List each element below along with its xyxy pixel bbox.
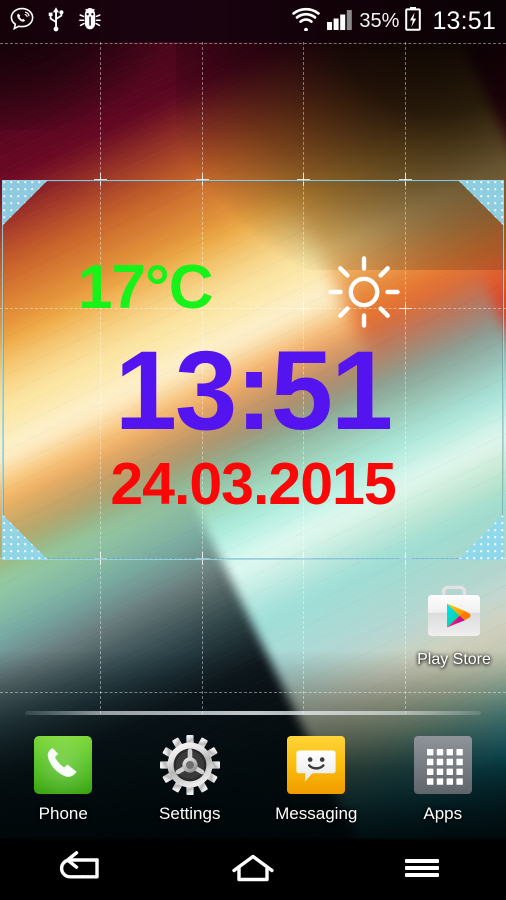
dock-item-phone[interactable]: Phone (8, 734, 118, 824)
status-bar-left-icons (0, 6, 103, 37)
signal-icon (326, 7, 354, 36)
widget-resize-handle-top-left[interactable] (2, 180, 48, 226)
usb-icon (46, 6, 66, 37)
bug-icon (77, 6, 103, 37)
dock-item-label: Messaging (275, 804, 358, 823)
android-home-screen: 35% 13:51 17°C 13:51 24.03.2015 Play Sto… (0, 0, 506, 900)
dock-item-label: Apps (423, 804, 463, 823)
phone-icon (32, 734, 94, 796)
widget-temperature: 17°C (78, 253, 214, 322)
back-button[interactable] (29, 846, 139, 894)
back-arrow-icon (53, 850, 115, 890)
gear-icon (159, 734, 221, 796)
dock: Phone Settings Messaging Apps (0, 728, 506, 840)
widget-time: 13:51 (114, 328, 393, 453)
message-bubble-icon (285, 734, 347, 796)
desktop-icon-play-store[interactable]: Play Store (406, 578, 502, 669)
battery-charging-icon (404, 6, 422, 37)
widget-date: 24.03.2015 (110, 451, 396, 517)
dock-divider (25, 711, 481, 715)
battery-percent-label: 35% (359, 9, 400, 32)
navigation-bar (0, 840, 506, 900)
menu-icon (391, 851, 453, 890)
dock-item-settings[interactable]: Settings (135, 734, 245, 824)
wifi-icon (291, 7, 321, 36)
status-bar[interactable]: 35% 13:51 (0, 0, 506, 42)
menu-button[interactable] (367, 846, 477, 894)
dock-item-label: Settings (159, 804, 221, 823)
viber-icon (9, 6, 35, 37)
widget-resize-handle-bottom-right[interactable] (458, 514, 504, 560)
widget-resize-handle-bottom-left[interactable] (2, 514, 48, 560)
status-bar-right-icons: 35% 13:51 (291, 6, 506, 37)
dock-item-messaging[interactable]: Messaging (261, 734, 371, 824)
dock-item-apps[interactable]: Apps (388, 734, 498, 824)
widget-resize-handle-top-right[interactable] (458, 180, 504, 226)
app-grid-icon (412, 734, 474, 796)
sun-icon (326, 254, 402, 330)
dock-item-label: Phone (38, 804, 88, 823)
desktop-icon-label: Play Store (417, 651, 491, 668)
play-store-icon (420, 578, 488, 646)
home-button[interactable] (198, 846, 308, 894)
home-icon (222, 851, 284, 890)
clock-weather-widget[interactable]: 17°C 13:51 24.03.2015 (2, 180, 504, 560)
status-bar-clock: 13:51 (432, 6, 496, 35)
